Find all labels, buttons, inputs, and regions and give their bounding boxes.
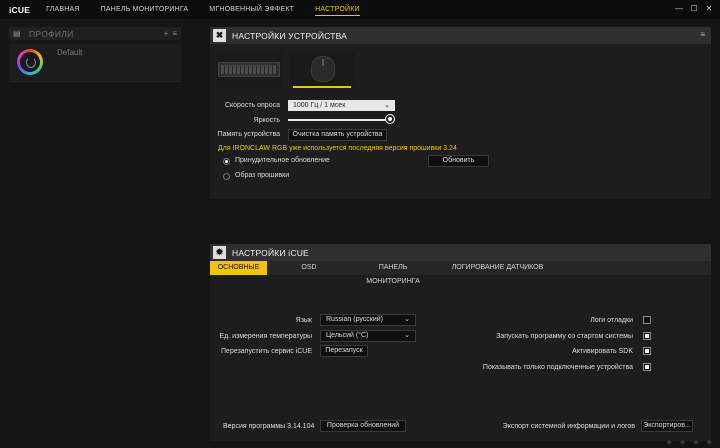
profile-name: Default bbox=[57, 48, 83, 57]
tab-sensor-logging[interactable]: ЛОГИРОВАНИЕ ДАТЧИКОВ bbox=[435, 261, 560, 275]
firmware-status-note: Для IRONCLAW RGB уже используется послед… bbox=[218, 145, 457, 152]
temperature-unit-label: Ед. измерения температуры bbox=[219, 333, 312, 340]
nav-instant-lighting[interactable]: МГНОВЕННЫЙ ЭФФЕКТ bbox=[209, 0, 294, 19]
app-logo: iCUE bbox=[9, 4, 31, 15]
maximize-icon[interactable]: ☐ bbox=[689, 3, 699, 15]
update-button[interactable]: Обновить bbox=[428, 155, 489, 167]
main-content: ✖ НАСТРОЙКИ УСТРОЙСТВА ≡ Скорость опроса… bbox=[183, 19, 720, 448]
language-label: Язык bbox=[295, 317, 312, 324]
mouse-icon bbox=[311, 56, 335, 82]
device-settings-title: НАСТРОЙКИ УСТРОЙСТВА bbox=[232, 30, 348, 41]
restart-service-label: Перезапустить сервис iCUE bbox=[221, 348, 312, 355]
clear-memory-button[interactable]: Очистка память устройства bbox=[288, 129, 387, 141]
status-icon: ◆ bbox=[679, 439, 686, 446]
debug-logs-label: Логи отладки bbox=[590, 317, 633, 324]
profiles-icon: ▤ bbox=[13, 29, 21, 38]
icue-settings-header: ✹ НАСТРОЙКИ iCUE bbox=[210, 244, 711, 261]
device-settings-header: ✖ НАСТРОЙКИ УСТРОЙСТВА ≡ bbox=[210, 27, 711, 44]
force-update-label: Принудительное обновление bbox=[235, 157, 330, 164]
icue-settings-panel: ✹ НАСТРОЙКИ iCUE ОСНОВНЫЕ OSD ПАНЕЛЬ МОН… bbox=[210, 244, 711, 441]
status-icon: ◆ bbox=[706, 439, 712, 446]
version-label: Версия программы 3.14.104 bbox=[223, 423, 315, 430]
firmware-image-radio[interactable] bbox=[223, 173, 230, 180]
device-settings-panel: ✖ НАСТРОЙКИ УСТРОЙСТВА ≡ Скорость опроса… bbox=[210, 27, 711, 199]
add-profile-icon[interactable]: + bbox=[164, 27, 169, 40]
close-icon[interactable]: ✕ bbox=[704, 3, 714, 15]
brightness-label: Яркость bbox=[253, 117, 280, 124]
minimize-icon[interactable]: — bbox=[674, 3, 684, 15]
top-bar: iCUE ГЛАВНАЯ ПАНЕЛЬ МОНИТОРИНГА МГНОВЕНН… bbox=[0, 0, 720, 19]
status-icon: ◆ bbox=[693, 439, 699, 446]
device-selector bbox=[216, 51, 355, 88]
status-icon: ◆ bbox=[666, 439, 672, 446]
keyboard-icon bbox=[218, 62, 280, 77]
temperature-unit-select[interactable]: Цельсий (°C) ⌄ bbox=[320, 330, 416, 342]
brightness-slider[interactable] bbox=[288, 119, 392, 121]
language-value: Russian (русский) bbox=[326, 316, 384, 323]
export-button[interactable]: Экспортиров... bbox=[641, 420, 693, 432]
polling-rate-value: 1000 Гц / 1 мсек bbox=[293, 102, 346, 109]
status-bar: ◆ ◆ ◆ ◆ bbox=[183, 438, 720, 448]
device-tile-mouse[interactable] bbox=[289, 51, 355, 88]
panel-menu-icon[interactable]: ≡ bbox=[700, 30, 705, 39]
brightness-slider-handle[interactable] bbox=[386, 115, 394, 123]
restart-button[interactable]: Перезапуск bbox=[320, 345, 368, 357]
profile-power-icon bbox=[17, 49, 43, 75]
profile-item-default[interactable]: Default bbox=[9, 44, 181, 82]
enable-sdk-checkbox[interactable] bbox=[643, 347, 651, 355]
nav-home[interactable]: ГЛАВНАЯ bbox=[46, 0, 80, 19]
check-updates-button[interactable]: Проверка обновлений bbox=[320, 420, 406, 432]
profiles-title: ПРОФИЛИ bbox=[29, 28, 74, 39]
gear-icon: ✹ bbox=[213, 246, 226, 259]
nav-dashboard[interactable]: ПАНЕЛЬ МОНИТОРИНГА bbox=[101, 0, 189, 19]
launch-on-startup-label: Запускать программу со стартом системы bbox=[496, 333, 633, 340]
temperature-unit-value: Цельсий (°C) bbox=[326, 332, 369, 339]
enable-sdk-label: Активировать SDK bbox=[572, 348, 633, 355]
chevron-down-icon: ⌄ bbox=[384, 102, 390, 109]
language-select[interactable]: Russian (русский) ⌄ bbox=[320, 314, 416, 326]
profiles-sidebar: ▤ ПРОФИЛИ + ≡ Default bbox=[0, 19, 183, 448]
export-logs-label: Экспорт системной информации и логов bbox=[502, 423, 635, 430]
connected-devices-only-label: Показывать только подключенные устройств… bbox=[482, 364, 633, 371]
debug-logs-checkbox[interactable] bbox=[643, 316, 651, 324]
tab-dashboard[interactable]: ПАНЕЛЬ МОНИТОРИНГА bbox=[351, 261, 435, 285]
device-memory-label: Память устройства bbox=[217, 131, 280, 138]
nav-settings[interactable]: НАСТРОЙКИ bbox=[315, 0, 360, 19]
chevron-down-icon: ⌄ bbox=[404, 316, 410, 323]
window-controls: — ☐ ✕ bbox=[674, 3, 714, 15]
polling-rate-label: Скорость опроса bbox=[224, 102, 280, 109]
tab-osd[interactable]: OSD bbox=[267, 261, 351, 275]
profiles-header: ▤ ПРОФИЛИ + ≡ bbox=[9, 27, 181, 40]
tab-general[interactable]: ОСНОВНЫЕ bbox=[210, 261, 267, 275]
connected-devices-only-checkbox[interactable] bbox=[643, 363, 651, 371]
force-update-radio[interactable] bbox=[223, 158, 230, 165]
tools-icon: ✖ bbox=[213, 29, 226, 42]
chevron-down-icon: ⌄ bbox=[404, 332, 410, 339]
device-tile-keyboard[interactable] bbox=[216, 51, 282, 88]
icue-settings-title: НАСТРОЙКИ iCUE bbox=[232, 247, 309, 258]
polling-rate-select[interactable]: 1000 Гц / 1 мсек ⌄ bbox=[288, 100, 395, 111]
icue-settings-tabs: ОСНОВНЫЕ OSD ПАНЕЛЬ МОНИТОРИНГА ЛОГИРОВА… bbox=[210, 261, 711, 285]
firmware-image-label: Образ прошивки bbox=[235, 172, 290, 179]
profiles-menu-icon[interactable]: ≡ bbox=[172, 27, 177, 40]
launch-on-startup-checkbox[interactable] bbox=[643, 332, 651, 340]
